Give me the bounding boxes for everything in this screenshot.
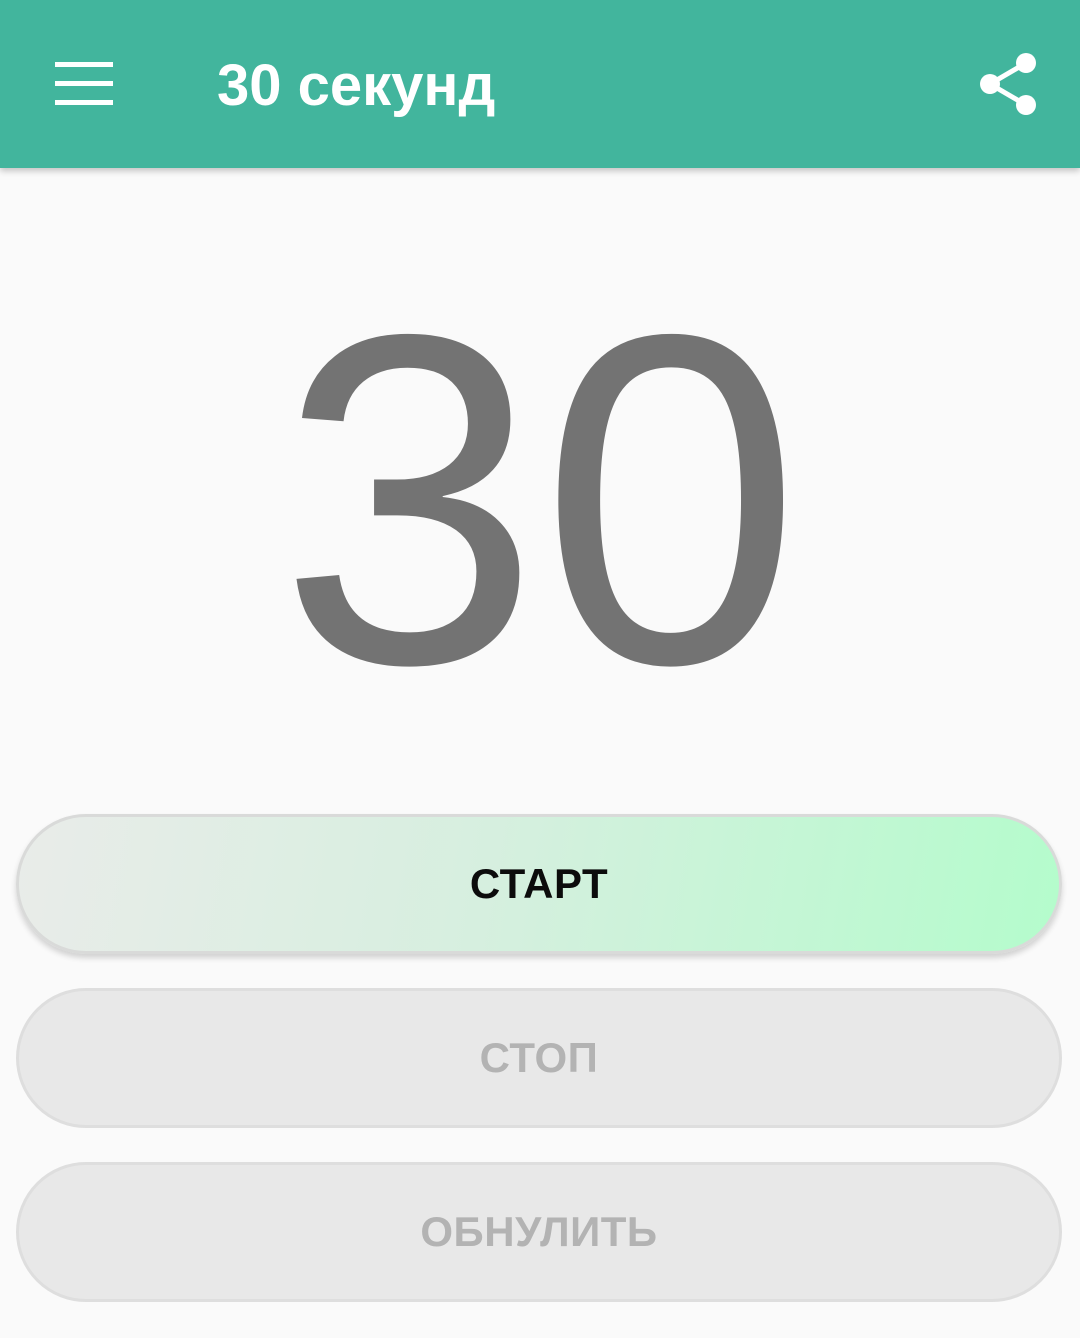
start-button-label: СТАРТ: [469, 860, 609, 907]
timer-display: 30: [278, 237, 802, 762]
app-title: 30 секунд: [217, 53, 496, 118]
reset-button[interactable]: ОБНУЛИТЬ: [16, 1162, 1062, 1302]
share-button[interactable]: [964, 40, 1052, 128]
reset-button-label: ОБНУЛИТЬ: [420, 1208, 658, 1255]
share-icon: [980, 53, 1036, 115]
hamburger-menu-icon: [55, 62, 113, 105]
start-button[interactable]: СТАРТ: [16, 814, 1062, 954]
stop-button[interactable]: СТОП: [16, 988, 1062, 1128]
stop-button-label: СТОП: [479, 1034, 599, 1081]
menu-button[interactable]: [40, 40, 128, 128]
app-bar: 30 секунд: [0, 0, 1080, 168]
